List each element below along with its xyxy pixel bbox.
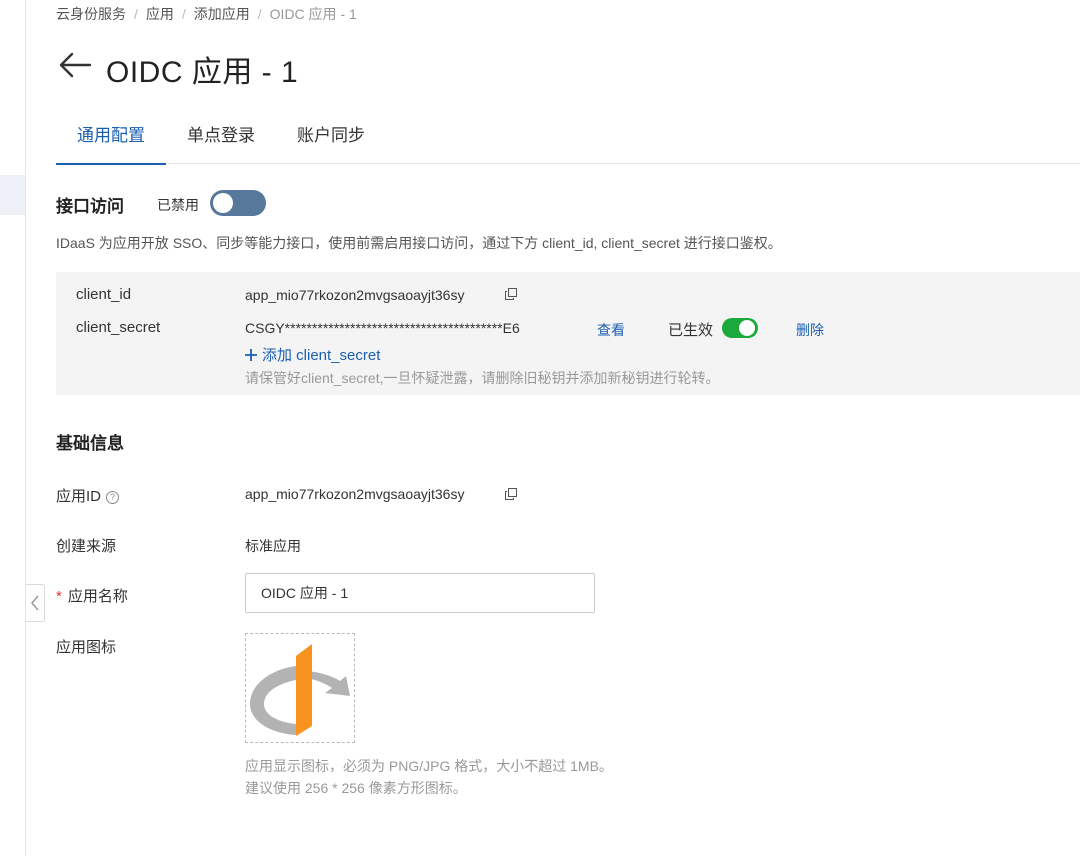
icon-hint-format: 应用显示图标，必须为 PNG/JPG 格式，大小不超过 1MB。 (245, 758, 613, 774)
breadcrumb-item-idaas[interactable]: 云身份服务 (56, 6, 126, 22)
source-label: 创建来源 (56, 538, 117, 555)
tab-general-config[interactable]: 通用配置 (56, 112, 166, 165)
breadcrumb-item-add-app[interactable]: 添加应用 (194, 6, 250, 22)
tab-account-sync[interactable]: 账户同步 (286, 112, 376, 164)
required-mark: * (56, 588, 62, 605)
secret-hint: 请保管好client_secret,一旦怀疑泄露，请删除旧秘钥并添加新秘钥进行轮… (245, 370, 720, 386)
app-icon-label: 应用图标 (56, 639, 117, 656)
tab-bar: 通用配置 单点登录 账户同步 (56, 112, 1080, 165)
delete-secret-link[interactable]: 删除 (796, 320, 824, 340)
credentials-panel: client_id app_mio77rkozon2mvgsaoayjt36sy… (56, 272, 1080, 395)
chevron-left-icon (31, 595, 39, 611)
help-icon[interactable]: ? (106, 491, 120, 504)
plus-icon (245, 349, 257, 361)
page-title: OIDC 应用 - 1 (106, 56, 299, 89)
client-id-label: client_id (76, 286, 132, 303)
toggle-knob (213, 193, 233, 213)
left-nav-active-item[interactable] (0, 175, 25, 215)
basic-info-title: 基础信息 (56, 434, 124, 453)
api-access-title: 接口访问 (56, 197, 124, 216)
back-arrow-icon (59, 52, 92, 78)
view-secret-link[interactable]: 查看 (597, 320, 625, 340)
source-value: 标准应用 (245, 538, 301, 554)
add-secret-button[interactable]: 添加 client_secret (245, 344, 380, 365)
secret-status: 已生效 (668, 322, 714, 339)
breadcrumb-separator: / (134, 6, 138, 22)
api-access-description: IDaaS 为应用开放 SSO、同步等能力接口，使用前需启用接口访问，通过下方 … (56, 235, 782, 251)
api-access-toggle[interactable] (210, 190, 266, 216)
breadcrumb: 云身份服务 / 应用 / 添加应用 / OIDC 应用 - 1 (56, 4, 357, 24)
tab-sso[interactable]: 单点登录 (176, 112, 266, 164)
copy-icon[interactable] (505, 288, 517, 300)
app-name-label-text: 应用名称 (67, 588, 128, 605)
client-secret-value: CSGY************************************… (245, 320, 520, 336)
breadcrumb-separator: / (257, 6, 262, 22)
breadcrumb-item-apps[interactable]: 应用 (146, 6, 174, 22)
collapse-sidebar-button[interactable] (26, 584, 45, 622)
breadcrumb-item-current: OIDC 应用 - 1 (269, 6, 357, 22)
openid-logo-icon (250, 644, 350, 736)
back-button[interactable] (58, 52, 92, 83)
icon-hint-size: 建议使用 256 * 256 像素方形图标。 (245, 780, 467, 796)
left-nav-rail (0, 0, 26, 856)
app-id-label-text: 应用ID (56, 488, 102, 505)
app-icon-upload[interactable] (245, 633, 355, 743)
client-secret-label: client_secret (76, 319, 161, 336)
add-secret-label: 添加 client_secret (262, 347, 381, 364)
app-id-label: 应用ID? (56, 485, 120, 506)
app-id-value: app_mio77rkozon2mvgsaoayjt36sy (245, 486, 465, 502)
app-name-label: * 应用名称 (56, 585, 128, 606)
api-access-status: 已禁用 (157, 197, 199, 213)
breadcrumb-separator: / (181, 6, 186, 22)
client-id-value: app_mio77rkozon2mvgsaoayjt36sy (245, 287, 465, 303)
copy-icon[interactable] (505, 488, 517, 500)
app-name-input[interactable] (245, 573, 595, 613)
toggle-knob (739, 320, 755, 336)
secret-toggle[interactable] (722, 318, 758, 338)
